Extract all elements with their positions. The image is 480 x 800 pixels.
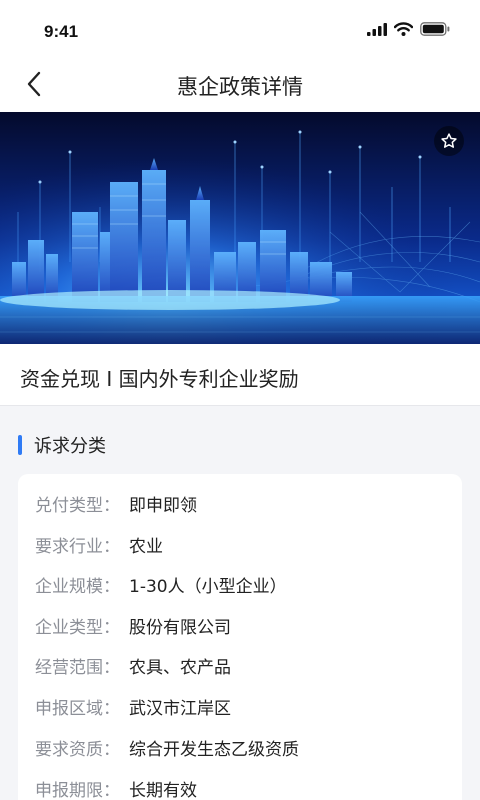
detail-label: 要求行业：	[35, 536, 120, 557]
policy-banner-image	[0, 112, 480, 344]
policy-title: 资金兑现 I 国内外专利企业奖励	[20, 367, 299, 391]
detail-row-region: 申报区域： 武汉市江岸区	[35, 693, 231, 719]
detail-value: 1-30人（小型企业）	[129, 576, 287, 597]
detail-row-company-type: 企业类型： 股份有限公司	[35, 612, 231, 638]
detail-row-deadline: 申报期限： 长期有效	[35, 775, 197, 800]
detail-label: 兑付类型：	[35, 495, 120, 516]
detail-row-company-size: 企业规模： 1-30人（小型企业）	[35, 571, 287, 597]
detail-label: 要求资质：	[35, 739, 120, 760]
detail-value: 即申即领	[129, 495, 197, 516]
detail-label: 经营范围：	[35, 657, 120, 678]
status-icons	[367, 22, 450, 36]
detail-value: 长期有效	[129, 780, 197, 800]
detail-row-industry: 要求行业： 农业	[35, 531, 163, 557]
detail-value: 股份有限公司	[129, 617, 231, 638]
battery-icon	[420, 22, 450, 36]
wifi-icon	[394, 22, 413, 36]
detail-value: 农具、农产品	[129, 657, 231, 678]
section-accent-bar	[18, 435, 22, 455]
detail-row-business-scope: 经营范围： 农具、农产品	[35, 652, 231, 678]
detail-label: 申报区域：	[35, 698, 120, 719]
city-skyline-illustration	[0, 112, 480, 344]
detail-label: 企业规模：	[35, 576, 120, 597]
detail-label: 申报期限：	[35, 780, 120, 800]
detail-value: 农业	[129, 536, 163, 557]
favorite-button[interactable]	[434, 126, 464, 156]
detail-label: 企业类型：	[35, 617, 120, 638]
policy-details-card: 兑付类型： 即申即领 要求行业： 农业 企业规模： 1-30人（小型企业） 企业…	[18, 474, 462, 800]
status-time: 9:41	[44, 22, 79, 41]
page-title: 惠企政策详情	[177, 75, 303, 99]
star-outline-icon	[441, 133, 457, 148]
category-section: 诉求分类 兑付类型： 即申即领 要求行业： 农业 企业规模： 1-30人（小型企…	[0, 406, 480, 800]
cellular-signal-icon	[367, 22, 387, 36]
section-header: 诉求分类	[18, 432, 106, 458]
nav-bar: 惠企政策详情	[0, 56, 480, 112]
detail-row-payout-type: 兑付类型： 即申即领	[35, 490, 197, 516]
policy-header: 资金兑现 I 国内外专利企业奖励	[0, 344, 480, 406]
section-title: 诉求分类	[34, 436, 106, 457]
detail-row-qualification: 要求资质： 综合开发生态乙级资质	[35, 734, 299, 760]
status-bar: 9:41	[0, 0, 480, 56]
detail-value: 武汉市江岸区	[129, 698, 231, 719]
detail-value: 综合开发生态乙级资质	[129, 739, 299, 760]
